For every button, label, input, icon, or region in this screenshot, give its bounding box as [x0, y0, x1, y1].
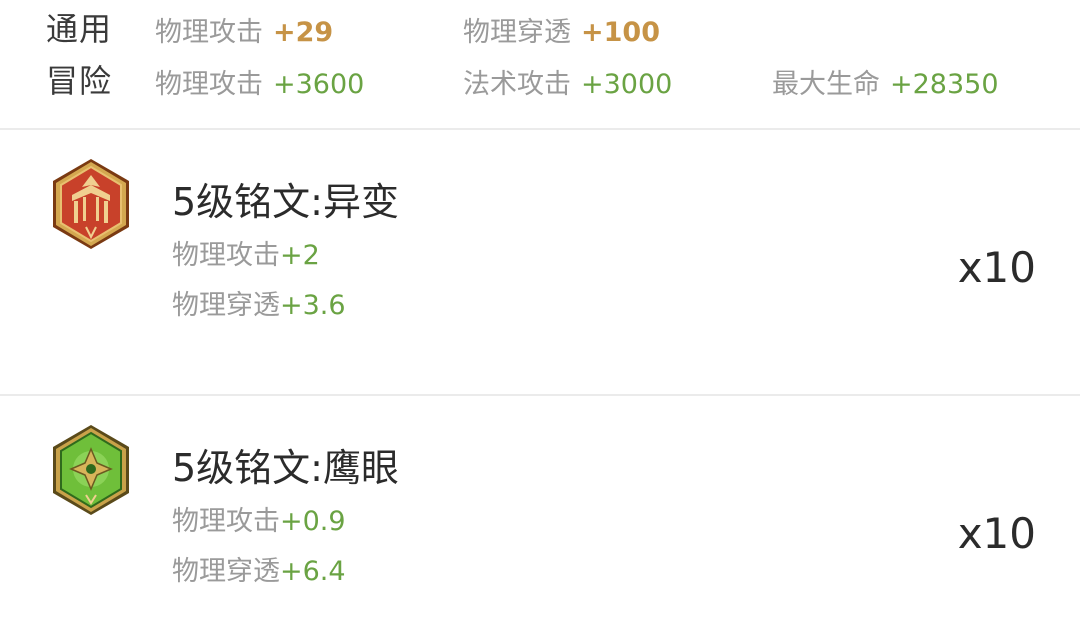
stat-value: +100 [581, 17, 660, 48]
inscription-name: 5级铭文:鹰眼 [172, 446, 399, 490]
stat-label: 物理攻击 [172, 240, 280, 271]
stat-label: 法术攻击 [463, 69, 571, 100]
stat-value: +2 [280, 240, 320, 271]
stat-label: 物理穿透 [172, 556, 280, 587]
inscription-stat: 物理攻击+0.9 [172, 499, 346, 538]
stat-value: +3000 [581, 69, 673, 100]
stat-label: 物理穿透 [463, 17, 571, 48]
stat-value: +6.4 [280, 556, 346, 587]
adventure-stat-physical-attack: 物理攻击 +3600 [155, 62, 364, 101]
general-title: 通用 [46, 10, 113, 48]
inscription-stat: 物理穿透+6.4 [172, 549, 346, 588]
inscription-name: 5级铭文:异变 [172, 180, 399, 224]
stat-label: 物理攻击 [172, 506, 280, 537]
adventure-stat-magic-attack: 法术攻击 +3000 [463, 62, 672, 101]
inscription-stat: 物理攻击+2 [172, 233, 320, 272]
inscription-item[interactable]: 5级铭文:异变 物理攻击+2 物理穿透+3.6 x10 [0, 133, 1080, 373]
stat-value: +0.9 [280, 506, 346, 537]
divider [0, 128, 1080, 130]
stat-label: 物理攻击 [155, 69, 263, 100]
general-bonus-row: 通用 物理攻击 +29 物理穿透 +100 [0, 0, 1080, 50]
adventure-title: 冒险 [46, 62, 113, 100]
stat-value: +3.6 [280, 290, 346, 321]
inscription-stat: 物理穿透+3.6 [172, 283, 346, 322]
green-inscription-gem-icon [53, 425, 129, 515]
red-inscription-gem-icon [53, 159, 129, 249]
inscription-count: x10 [957, 243, 1036, 292]
inscription-item[interactable]: 5级铭文:鹰眼 物理攻击+0.9 物理穿透+6.4 x10 [0, 399, 1080, 639]
general-stat-physical-penetration: 物理穿透 +100 [463, 10, 660, 49]
inscription-count: x10 [957, 509, 1036, 558]
adventure-stat-max-hp: 最大生命 +28350 [772, 62, 999, 101]
stat-value: +29 [273, 17, 334, 48]
stat-label: 最大生命 [772, 69, 880, 100]
divider [0, 394, 1080, 396]
stat-value: +28350 [890, 69, 999, 100]
adventure-bonus-row: 冒险 物理攻击 +3600 法术攻击 +3000 最大生命 +28350 [0, 52, 1080, 102]
stat-label: 物理攻击 [155, 17, 263, 48]
stat-label: 物理穿透 [172, 290, 280, 321]
general-stat-physical-attack: 物理攻击 +29 [155, 10, 333, 49]
stat-value: +3600 [273, 69, 365, 100]
